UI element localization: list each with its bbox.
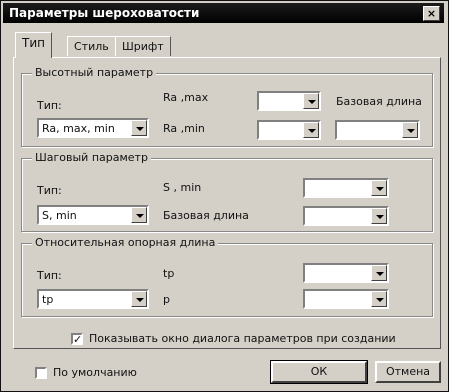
step-type-label: Тип:	[37, 184, 62, 197]
default-checkbox[interactable]	[35, 367, 47, 379]
ok-button-label: ОК	[310, 365, 328, 378]
default-label[interactable]: По умолчанию	[53, 366, 137, 379]
base-length-label: Базовая длина	[336, 95, 422, 108]
relative-type-value: tp	[42, 293, 54, 306]
window-title: Параметры шероховатости	[9, 6, 200, 20]
step-base-length-label: Базовая длина	[163, 209, 249, 222]
step-type-select[interactable]: S, min	[37, 205, 149, 225]
checkmark-icon: ✓	[73, 333, 83, 346]
height-type-value: Ra, max, min	[42, 122, 115, 135]
tp-select[interactable]	[303, 263, 389, 283]
base-length-select[interactable]	[335, 120, 420, 140]
show-dialog-checkbox[interactable]: ✓	[71, 333, 83, 345]
cancel-button[interactable]: Отмена	[375, 361, 441, 383]
ra-min-label: Ra ,min	[163, 122, 205, 135]
chevron-down-icon[interactable]	[371, 208, 387, 224]
chevron-down-icon[interactable]	[131, 207, 147, 223]
chevron-down-icon[interactable]	[303, 122, 319, 138]
tab-style-label: Стиль	[74, 40, 109, 53]
s-min-label: S , min	[163, 181, 202, 194]
chevron-down-icon[interactable]	[131, 120, 147, 136]
roughness-parameters-dialog: Параметры шероховатости × Тип Стиль Шриф…	[0, 0, 449, 392]
relative-length-title: Относительная опорная длина	[32, 236, 219, 249]
step-parameter-title: Шаговый параметр	[32, 151, 151, 164]
ra-max-select[interactable]	[257, 91, 321, 111]
tab-font[interactable]: Шрифт	[115, 36, 171, 56]
chevron-down-icon[interactable]	[303, 93, 319, 109]
title-bar[interactable]: Параметры шероховатости ×	[3, 3, 444, 23]
chevron-down-icon[interactable]	[371, 265, 387, 281]
ok-button[interactable]: ОК	[270, 360, 368, 384]
tab-type-label: Тип	[22, 36, 45, 50]
chevron-down-icon[interactable]	[371, 291, 387, 307]
close-button[interactable]: ×	[423, 6, 440, 21]
ra-max-label: Ra ,max	[163, 91, 209, 104]
p-label: p	[163, 293, 170, 306]
step-type-value: S, min	[42, 209, 77, 222]
s-min-select[interactable]	[303, 178, 389, 198]
tp-label: tp	[163, 267, 175, 280]
cancel-button-label: Отмена	[385, 365, 431, 378]
height-parameter-title: Высотный параметр	[32, 66, 157, 79]
chevron-down-icon[interactable]	[131, 291, 147, 307]
show-dialog-label[interactable]: Показывать окно диалога параметров при с…	[89, 332, 396, 345]
relative-type-label: Тип:	[37, 269, 62, 282]
tab-style[interactable]: Стиль	[67, 36, 116, 56]
p-select[interactable]	[303, 289, 389, 309]
step-base-length-select[interactable]	[303, 206, 389, 226]
height-type-label: Тип:	[37, 99, 62, 112]
relative-type-select[interactable]: tp	[37, 289, 149, 309]
chevron-down-icon[interactable]	[402, 122, 418, 138]
tab-type[interactable]: Тип	[15, 32, 52, 58]
tab-font-label: Шрифт	[122, 40, 164, 53]
chevron-down-icon[interactable]	[371, 180, 387, 196]
height-type-select[interactable]: Ra, max, min	[37, 118, 149, 138]
ra-min-select[interactable]	[257, 120, 321, 140]
